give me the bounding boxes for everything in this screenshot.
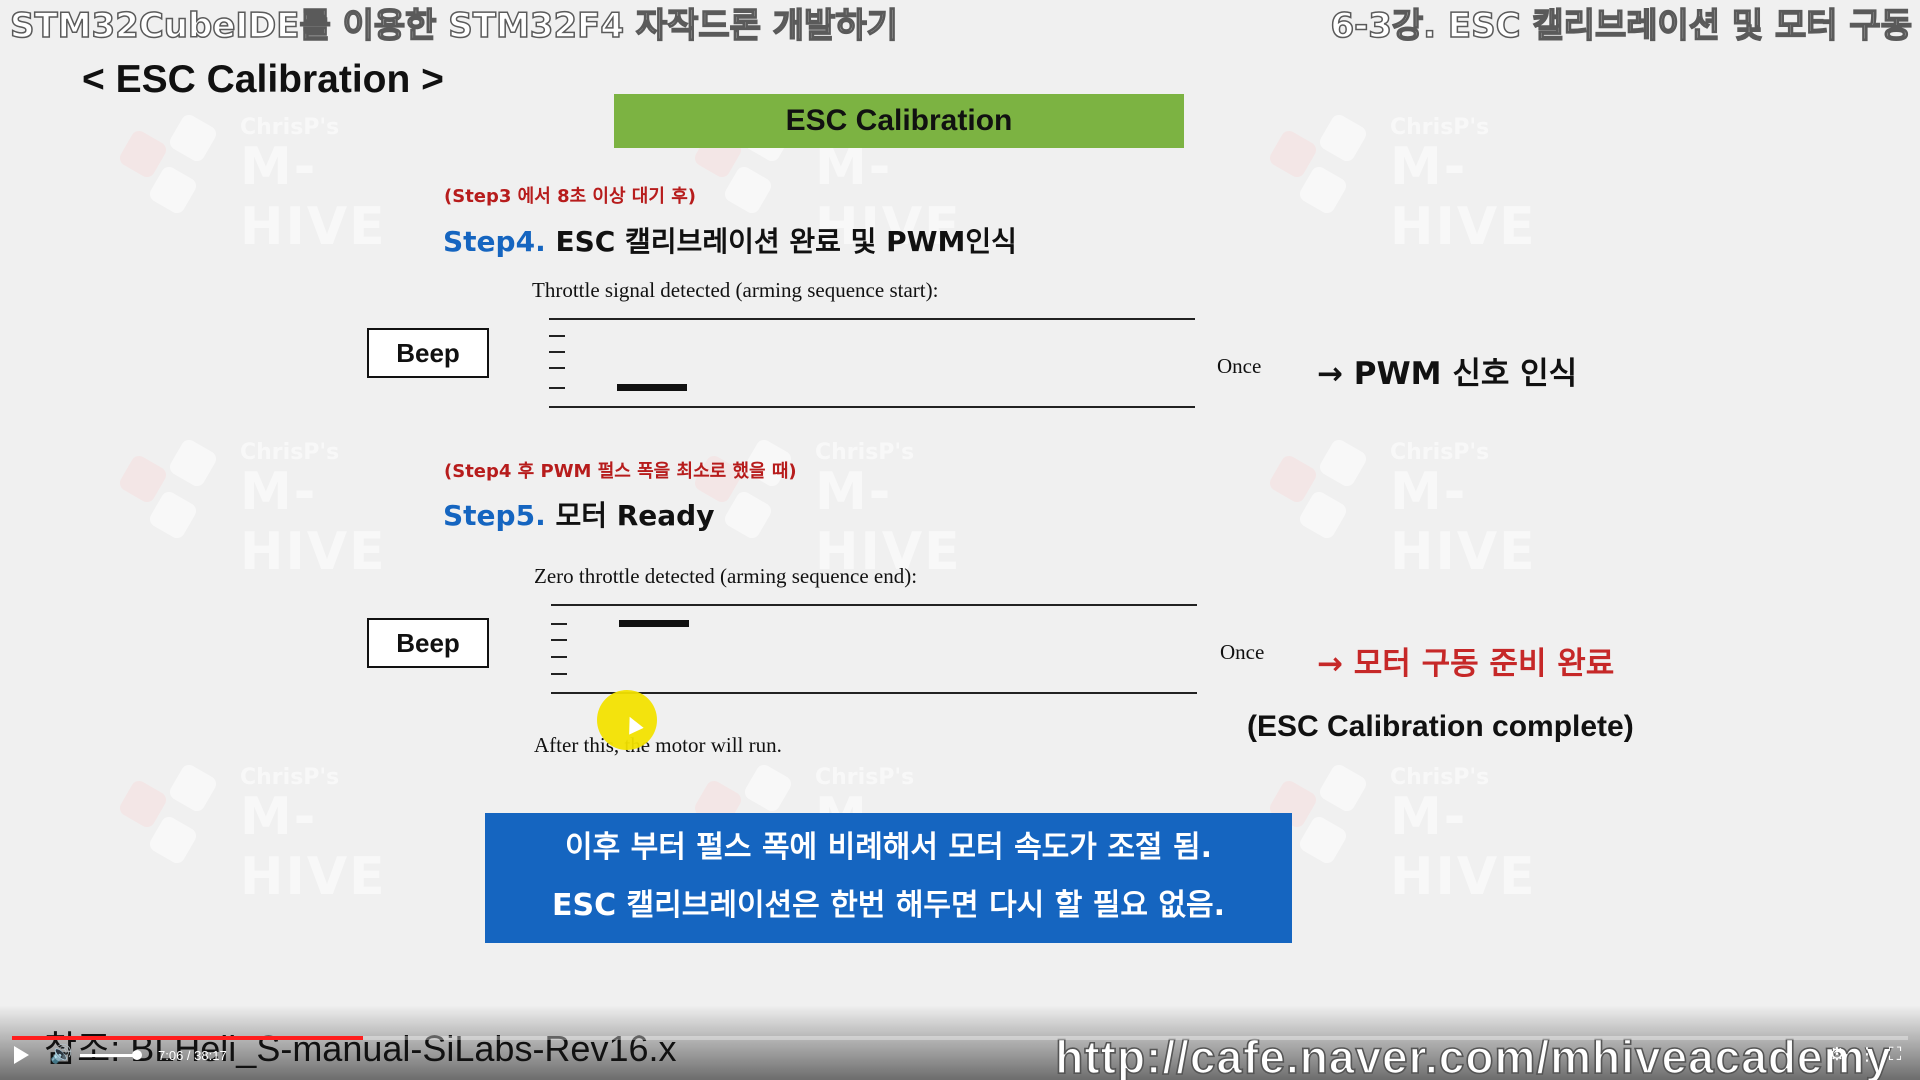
- step5-note: (Step4 후 PWM 펄스 폭을 최소로 했을 때): [444, 461, 797, 482]
- info-line-1: 이후 부터 펄스 폭에 비례해서 모터 속도가 조절 됨.: [565, 830, 1212, 865]
- watermark-big: M-HIVE: [240, 462, 387, 582]
- slide: ChrisP's M-HIVE ChrisP's M-HIVE ChrisP's…: [0, 0, 1920, 1080]
- tick-mark: [549, 387, 565, 389]
- watermark: ChrisP's M-HIVE: [117, 437, 450, 582]
- step5-label: Step5. 모터 Ready: [443, 494, 714, 534]
- tick-mark: [551, 656, 567, 658]
- fullscreen-icon[interactable]: ⛶: [1884, 1044, 1906, 1066]
- info-box: 이후 부터 펄스 폭에 비례해서 모터 속도가 조절 됨. ESC 캘리브레이션…: [485, 813, 1292, 943]
- section-title: < ESC Calibration >: [82, 58, 444, 101]
- watermark-big: M-HIVE: [1390, 137, 1537, 257]
- watermark: ChrisP's M-HIVE: [117, 762, 450, 907]
- tick-mark: [551, 639, 567, 641]
- step4-number: Step4.: [443, 225, 546, 258]
- play-icon[interactable]: [14, 1046, 29, 1064]
- step4-label: Step4. ESC 캘리브레이션 완료 및 PWM인식: [443, 220, 1017, 260]
- step5-after-text: After this, the motor will run.: [534, 733, 782, 757]
- volume-knob[interactable]: [132, 1050, 142, 1060]
- tick-mark: [549, 351, 565, 353]
- course-title: STM32CubeIDE를 이용한 STM32F4 자작드론 개발하기: [9, 5, 898, 47]
- step5-once-label: Once: [1220, 640, 1265, 664]
- step5-caption: Zero throttle detected (arming sequence …: [534, 564, 918, 588]
- watermark: ChrisP's M-HIVE: [1267, 112, 1600, 257]
- watermark-big: M-HIVE: [1390, 462, 1537, 582]
- watermark-big: M-HIVE: [240, 787, 387, 907]
- beep-pulse: [619, 620, 689, 627]
- step4-result: → PWM 신호 인식: [1317, 356, 1578, 392]
- step4-signal-diagram: [549, 318, 1195, 408]
- watermark-big: M-HIVE: [240, 137, 387, 257]
- watermark: ChrisP's M-HIVE: [117, 112, 450, 257]
- step5-beep-box: Beep: [367, 618, 489, 668]
- step5-result: → 모터 구동 준비 완료: [1317, 646, 1615, 682]
- step4-note: (Step3 에서 8초 이상 대기 후): [444, 186, 696, 207]
- watermark: ChrisP's M-HIVE: [1267, 762, 1600, 907]
- time-display: 7:06 / 38:17: [158, 1048, 227, 1063]
- tick-mark: [551, 673, 567, 675]
- step5-signal-diagram: [551, 604, 1197, 694]
- info-line-2: ESC 캘리브레이션은 한번 해두면 다시 할 필요 없음.: [551, 888, 1226, 923]
- tick-mark: [549, 367, 565, 369]
- progress-bar-fill: [12, 1036, 363, 1040]
- volume-icon[interactable]: 🔊: [50, 1046, 72, 1064]
- step4-beep-box: Beep: [367, 328, 489, 378]
- step5-number: Step5.: [443, 499, 546, 532]
- volume-slider[interactable]: [80, 1054, 136, 1057]
- tick-mark: [551, 623, 567, 625]
- step4-once-label: Once: [1217, 354, 1262, 378]
- settings-icon[interactable]: ⚙: [1826, 1044, 1848, 1066]
- more-icon[interactable]: ⋮: [1856, 1044, 1878, 1066]
- watermark: ChrisP's M-HIVE: [1267, 437, 1600, 582]
- watermark-big: M-HIVE: [1390, 787, 1537, 907]
- step4-caption: Throttle signal detected (arming sequenc…: [532, 278, 939, 302]
- reference-text: 참조: BLHeli_S-manual-SiLabs-Rev16.x: [44, 1028, 677, 1069]
- tick-mark: [549, 335, 565, 337]
- calibration-complete-text: (ESC Calibration complete): [1247, 710, 1634, 743]
- step4-text: ESC 캘리브레이션 완료 및 PWM인식: [545, 225, 1017, 258]
- step5-text: 모터 Ready: [545, 499, 715, 532]
- beep-pulse: [617, 384, 687, 391]
- esc-calibration-banner: ESC Calibration: [614, 94, 1184, 148]
- lecture-title: 6-3강. ESC 캘리브레이션 및 모터 구동: [1330, 5, 1913, 47]
